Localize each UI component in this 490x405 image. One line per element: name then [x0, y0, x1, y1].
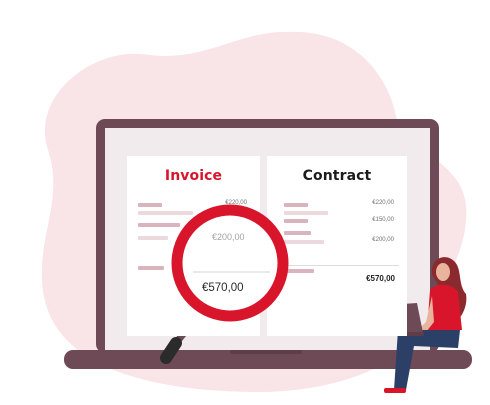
contract-total: €570,00	[366, 274, 395, 283]
invoice-zoomed-total: €570,00	[202, 282, 244, 294]
invoice-title: Invoice	[164, 168, 223, 184]
contract-title: Contract	[302, 168, 372, 184]
contract-line-bar	[284, 211, 328, 215]
contract-amount-3: €200,00	[372, 237, 394, 243]
contract-line-bar	[284, 231, 311, 235]
invoice-document: Invoice €220,00	[127, 156, 260, 336]
invoice-amount-1: €220,00	[225, 200, 247, 206]
contract-document: Contract €220,00 €150,00 €200,00 €570,00	[267, 156, 407, 336]
invoice-zoomed-amount: €200,00	[212, 232, 245, 242]
contract-line-bar	[284, 219, 308, 223]
laptop-base-notch	[230, 350, 302, 354]
invoice-line-bar	[138, 223, 180, 227]
invoice-line-bar	[138, 266, 164, 270]
contract-line-bar	[284, 269, 314, 273]
invoice-line-bar	[138, 211, 193, 215]
invoice-line-bar	[138, 203, 162, 207]
contract-line-bar	[284, 203, 308, 207]
contract-divider	[284, 265, 399, 266]
woman-face	[436, 263, 450, 281]
contract-amount-1: €220,00	[372, 200, 394, 206]
contract-line-bar	[284, 240, 324, 244]
illustration-scene: Invoice €220,00 Contract €220,00 €150,00…	[0, 0, 490, 405]
woman-shoe	[384, 388, 406, 393]
invoice-line-bar	[138, 236, 168, 240]
contract-amount-2: €150,00	[372, 217, 394, 223]
